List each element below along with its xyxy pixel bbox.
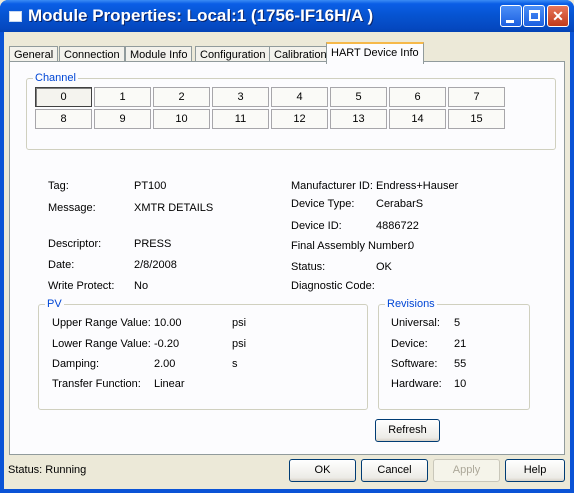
universal-revision-label: Universal: bbox=[391, 317, 440, 329]
final-assembly-number-label: Final Assembly Number: bbox=[291, 240, 411, 252]
channel-8-button[interactable]: 8 bbox=[35, 109, 92, 129]
status-value: OK bbox=[376, 261, 392, 273]
manufacturer-id-value: Endress+Hauser bbox=[376, 180, 459, 192]
transfer-function-value: Linear bbox=[154, 378, 185, 390]
channel-group: Channel 0 1 2 3 4 5 6 7 8 9 10 11 12 13 … bbox=[26, 72, 556, 150]
revisions-group-title: Revisions bbox=[385, 298, 437, 310]
descriptor-value: PRESS bbox=[134, 238, 172, 250]
channel-6-button[interactable]: 6 bbox=[389, 87, 446, 107]
device-type-value: CerabarS bbox=[376, 198, 424, 210]
cancel-button[interactable]: Cancel bbox=[361, 459, 428, 482]
channel-12-button[interactable]: 12 bbox=[271, 109, 328, 129]
date-value: 2/8/2008 bbox=[134, 259, 177, 271]
lower-range-unit: psi bbox=[232, 338, 247, 350]
channel-group-title: Channel bbox=[33, 72, 78, 84]
help-button[interactable]: Help bbox=[505, 459, 565, 482]
pv-group-title: PV bbox=[45, 298, 64, 310]
channel-0-button[interactable]: 0 bbox=[35, 87, 92, 107]
channel-13-button[interactable]: 13 bbox=[330, 109, 387, 129]
final-assembly-number-value: 0 bbox=[408, 240, 415, 252]
device-id-value: 4886722 bbox=[376, 220, 419, 232]
tag-label: Tag: bbox=[48, 180, 69, 192]
ok-button[interactable]: OK bbox=[289, 459, 356, 482]
window-title: Module Properties: Local:1 (1756-IF16H/A… bbox=[28, 6, 374, 25]
upper-range-value-label: Upper Range Value: bbox=[52, 317, 151, 329]
transfer-function-label: Transfer Function: bbox=[52, 378, 141, 390]
channel-3-button[interactable]: 3 bbox=[212, 87, 269, 107]
channel-7-button[interactable]: 7 bbox=[448, 87, 505, 107]
damping-unit: s bbox=[232, 358, 238, 370]
date-label: Date: bbox=[48, 259, 75, 271]
universal-revision-value: 5 bbox=[454, 317, 461, 329]
lower-range-value-label: Lower Range Value: bbox=[52, 338, 151, 350]
write-protect-label: Write Protect: bbox=[48, 280, 115, 292]
tab-hart-device-info[interactable]: HART Device Info bbox=[326, 42, 424, 64]
hardware-revision-value: 10 bbox=[454, 378, 467, 390]
device-revision-value: 21 bbox=[454, 338, 467, 350]
status-label: Status: bbox=[291, 261, 326, 273]
maximize-icon bbox=[529, 10, 540, 21]
channel-2-button[interactable]: 2 bbox=[153, 87, 210, 107]
revisions-group: Revisions Universal: 5 Device: 21 Softwa… bbox=[378, 298, 530, 410]
channel-14-button[interactable]: 14 bbox=[389, 109, 446, 129]
maximize-button[interactable] bbox=[523, 5, 545, 27]
upper-range-value: 10.00 bbox=[154, 317, 182, 329]
software-revision-label: Software: bbox=[391, 358, 438, 370]
channel-1-button[interactable]: 1 bbox=[94, 87, 151, 107]
pv-group: PV Upper Range Value: 10.00 psi Lower Ra… bbox=[38, 298, 368, 410]
channel-15-button[interactable]: 15 bbox=[448, 109, 505, 129]
device-id-label: Device ID: bbox=[291, 220, 342, 232]
damping-value: 2.00 bbox=[154, 358, 176, 370]
dialog-client: General Connection Module Info Configura… bbox=[4, 32, 570, 489]
message-label: Message: bbox=[48, 202, 96, 214]
manufacturer-id-label: Manufacturer ID: bbox=[291, 180, 373, 192]
apply-button[interactable]: Apply bbox=[433, 459, 500, 482]
hardware-revision-label: Hardware: bbox=[391, 378, 442, 390]
title-bar[interactable]: Module Properties: Local:1 (1756-IF16H/A… bbox=[0, 0, 574, 32]
window-icon bbox=[9, 11, 22, 22]
close-icon: ✕ bbox=[552, 8, 564, 24]
refresh-button[interactable]: Refresh bbox=[375, 419, 440, 442]
damping-label: Damping: bbox=[52, 358, 100, 370]
software-revision-value: 55 bbox=[454, 358, 467, 370]
channel-5-button[interactable]: 5 bbox=[330, 87, 387, 107]
device-type-label: Device Type: bbox=[291, 198, 355, 210]
descriptor-label: Descriptor: bbox=[48, 238, 102, 250]
tab-page-hart-device-info: Channel 0 1 2 3 4 5 6 7 8 9 10 11 12 13 … bbox=[9, 61, 565, 455]
channel-10-button[interactable]: 10 bbox=[153, 109, 210, 129]
upper-range-unit: psi bbox=[232, 317, 247, 329]
channel-11-button[interactable]: 11 bbox=[212, 109, 269, 129]
channel-4-button[interactable]: 4 bbox=[271, 87, 328, 107]
channel-9-button[interactable]: 9 bbox=[94, 109, 151, 129]
close-button[interactable]: ✕ bbox=[547, 5, 569, 27]
lower-range-value: -0.20 bbox=[154, 338, 180, 350]
diagnostic-code-label: Diagnostic Code: bbox=[291, 280, 375, 292]
status-bar-text: Status: Running bbox=[8, 464, 87, 476]
tag-value: PT100 bbox=[134, 180, 167, 192]
message-value: XMTR DETAILS bbox=[134, 202, 214, 214]
device-revision-label: Device: bbox=[391, 338, 428, 350]
dialog-window: Module Properties: Local:1 (1756-IF16H/A… bbox=[0, 0, 574, 493]
write-protect-value: No bbox=[134, 280, 149, 292]
minimize-icon bbox=[506, 20, 514, 23]
tab-strip: General Connection Module Info Configura… bbox=[9, 40, 565, 64]
minimize-button[interactable] bbox=[500, 5, 522, 27]
